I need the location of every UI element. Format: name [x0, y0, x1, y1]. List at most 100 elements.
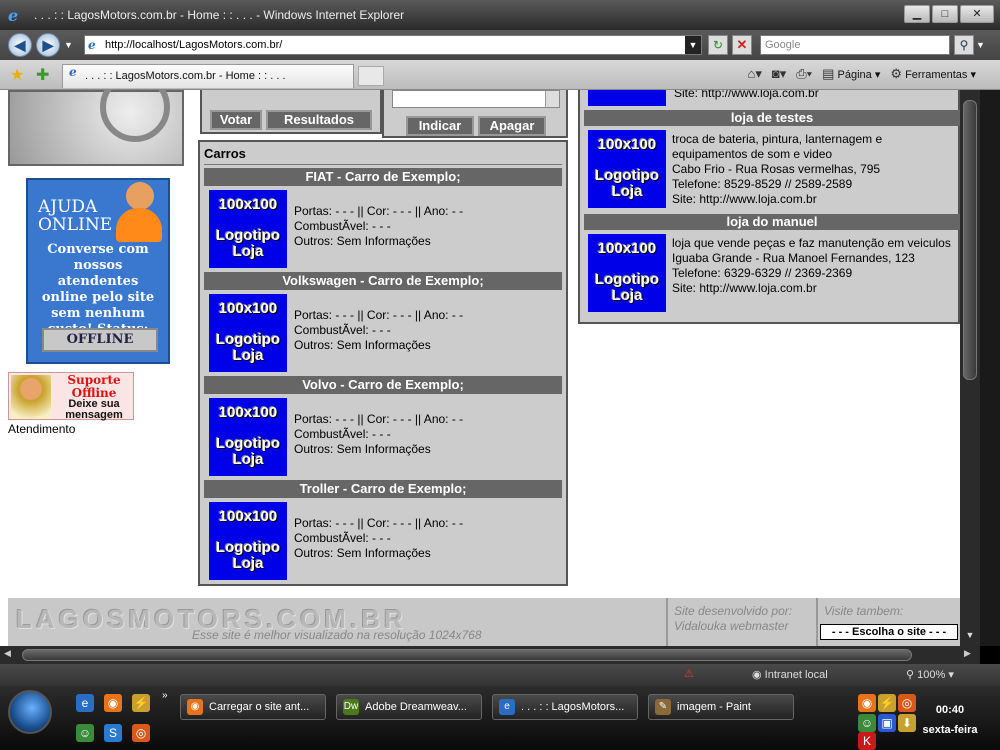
- address-dropdown-icon[interactable]: ▼: [685, 36, 701, 54]
- store-logo-placeholder[interactable]: 100x100 Logotipo Loja: [209, 502, 287, 580]
- taskbar-clock[interactable]: 00:40: [920, 704, 980, 716]
- add-favorites-icon[interactable]: ✚: [36, 65, 49, 85]
- car-header[interactable]: Troller - Carro de Exemplo;: [204, 480, 562, 498]
- car-item[interactable]: Volkswagen - Carro de Exemplo; 100x100 L…: [204, 272, 562, 372]
- zoom-text: 100%: [917, 669, 946, 681]
- store-desc-2: equipamentos de som e video: [672, 147, 833, 161]
- car-header[interactable]: FIAT - Carro de Exemplo;: [204, 168, 562, 186]
- media-quicklaunch-icon[interactable]: ◎: [132, 724, 150, 742]
- scroll-right-icon[interactable]: ▶: [964, 648, 971, 659]
- store-header[interactable]: loja de testes: [584, 110, 960, 126]
- taskbar-button[interactable]: ✎ imagem - Paint: [648, 694, 794, 720]
- favorites-star-icon[interactable]: ★: [10, 65, 24, 85]
- tray-app-icon[interactable]: ⚡: [878, 694, 896, 712]
- security-icon[interactable]: ⚠: [684, 667, 694, 680]
- taskbar-day[interactable]: sexta-feira: [918, 724, 982, 736]
- close-button[interactable]: ✕: [960, 5, 994, 23]
- window-right-edge: [980, 90, 1000, 646]
- cars-title: Carros: [204, 146, 246, 161]
- cars-panel: Carros FIAT - Carro de Exemplo; 100x100 …: [198, 140, 568, 586]
- car-header[interactable]: Volvo - Carro de Exemplo;: [204, 376, 562, 394]
- car-item[interactable]: Volvo - Carro de Exemplo; 100x100 Logoti…: [204, 376, 562, 476]
- car-header[interactable]: Volkswagen - Carro de Exemplo;: [204, 272, 562, 290]
- store-logo-placeholder[interactable]: 100x100 Logotipo Loja: [209, 190, 287, 268]
- vertical-scroll-thumb[interactable]: [963, 100, 977, 380]
- system-tray: ◉ ⚡ ◎ ☺ ▣ ⬇ K: [852, 690, 1000, 750]
- taskbar-button-label: imagem - Paint: [677, 701, 751, 713]
- store-logo-placeholder[interactable]: 100x100 Logotipo Loja: [588, 130, 666, 208]
- store-phone: Telefone: 8529-8529 // 2589-2589: [672, 177, 853, 191]
- zoom-icon: ⚲: [906, 669, 915, 681]
- store-logo-placeholder[interactable]: 100x100 Logotipo Loja: [588, 234, 666, 312]
- users-quicklaunch-icon[interactable]: ☺: [76, 724, 94, 742]
- new-tab-button[interactable]: [358, 66, 384, 86]
- page-icon: e: [88, 38, 96, 52]
- store-site-cut[interactable]: Site: http://www.loja.com.br: [674, 90, 819, 100]
- forward-button[interactable]: ▶: [36, 33, 60, 57]
- online-help-banner[interactable]: AJUDA ONLINE Converse com nossos atenden…: [26, 178, 170, 364]
- zoom-control[interactable]: ⚲ 100% ▾: [906, 668, 954, 681]
- minimize-button[interactable]: ▁: [904, 5, 930, 23]
- logo-label: Logotipo Loja: [594, 167, 660, 200]
- firefox-quicklaunch-icon[interactable]: ◉: [104, 694, 122, 712]
- status-offline-button[interactable]: OFFLINE: [42, 328, 158, 352]
- quicklaunch-more-icon[interactable]: »: [162, 690, 168, 701]
- browser-tab[interactable]: e . . . : : LagosMotors.com.br - Home : …: [62, 64, 354, 88]
- car-fuel: CombustÃvel: - - -: [294, 323, 391, 337]
- indicate-panel: Indicar Apagar: [382, 90, 568, 138]
- tray-network-icon[interactable]: ☺: [858, 714, 876, 732]
- taskbar-button[interactable]: ◉ Carregar o site ant...: [180, 694, 326, 720]
- results-button[interactable]: Resultados: [266, 110, 372, 130]
- ie-quicklaunch-icon[interactable]: e: [76, 694, 94, 712]
- tray-app-icon[interactable]: ◎: [898, 694, 916, 712]
- clear-button[interactable]: Apagar: [478, 116, 546, 136]
- indicate-button[interactable]: Indicar: [406, 116, 474, 136]
- tools-menu[interactable]: ⚙ Ferramentas ▾: [890, 66, 976, 82]
- refresh-icon[interactable]: ↻: [708, 35, 728, 55]
- start-orb-icon[interactable]: [8, 690, 52, 734]
- search-icon[interactable]: ⚲: [954, 35, 974, 55]
- horizontal-scrollbar[interactable]: ◀ ▶: [0, 646, 980, 664]
- cars-title-divider: [204, 164, 562, 165]
- address-bar[interactable]: e http://localhost/LagosMotors.com.br/ ▼: [84, 35, 702, 55]
- scroll-left-icon[interactable]: ◀: [4, 648, 11, 659]
- skype-quicklaunch-icon[interactable]: S: [104, 724, 122, 742]
- store-header[interactable]: loja do manuel: [584, 214, 960, 230]
- store-logo-placeholder-cut[interactable]: [588, 90, 666, 106]
- support-offline-banner[interactable]: Suporte Offline Deixe sua mensagem: [8, 372, 134, 421]
- indicate-textarea[interactable]: [392, 90, 560, 108]
- site-select[interactable]: - - - Escolha o site - - -: [820, 624, 958, 640]
- app-quicklaunch-icon[interactable]: ⚡: [132, 694, 150, 712]
- back-button[interactable]: ◀: [8, 33, 32, 57]
- page-menu[interactable]: ▤ Página ▾: [822, 66, 880, 82]
- home-icon[interactable]: ⌂▾: [747, 66, 761, 82]
- store-address: Cabo Frio - Rua Rosas vermelhas, 795: [672, 162, 881, 176]
- car-item[interactable]: FIAT - Carro de Exemplo; 100x100 Logotip…: [204, 168, 562, 268]
- logo-size-label: 100x100: [597, 136, 657, 153]
- tray-antivirus-icon[interactable]: K: [858, 732, 876, 750]
- store-site-link[interactable]: Site: http://www.loja.com.br: [672, 192, 882, 207]
- tray-update-icon[interactable]: ⬇: [898, 714, 916, 732]
- taskbar-button[interactable]: Dw Adobe Dreamweav...: [336, 694, 482, 720]
- tray-monitor-icon[interactable]: ▣: [878, 714, 896, 732]
- scroll-down-icon[interactable]: ▼: [963, 630, 977, 644]
- store-site-link[interactable]: Site: http://www.loja.com.br: [672, 281, 951, 296]
- search-dropdown-icon[interactable]: ▼: [976, 35, 990, 55]
- tray-app-icon[interactable]: ◉: [858, 694, 876, 712]
- horizontal-scroll-thumb[interactable]: [22, 649, 912, 661]
- store-logo-placeholder[interactable]: 100x100 Logotipo Loja: [209, 398, 287, 476]
- maximize-button[interactable]: □: [932, 5, 958, 23]
- feeds-icon[interactable]: ◙▾: [772, 66, 786, 82]
- car-item[interactable]: Troller - Carro de Exemplo; 100x100 Logo…: [204, 480, 562, 580]
- store-logo-placeholder[interactable]: 100x100 Logotipo Loja: [209, 294, 287, 372]
- vertical-scrollbar[interactable]: ▼: [960, 90, 980, 646]
- wheel-rim: [100, 90, 170, 142]
- taskbar-button[interactable]: e . . . : : LagosMotors...: [492, 694, 638, 720]
- textarea-scrollbar[interactable]: [545, 91, 559, 107]
- stop-icon[interactable]: ✕: [732, 35, 752, 55]
- history-dropdown-icon[interactable]: ▼: [64, 40, 73, 50]
- print-icon[interactable]: ⎙▾: [796, 66, 812, 82]
- zone-label[interactable]: ◉ Intranet local: [752, 668, 828, 681]
- vote-button[interactable]: Votar: [210, 110, 262, 130]
- search-input[interactable]: Google: [760, 35, 950, 55]
